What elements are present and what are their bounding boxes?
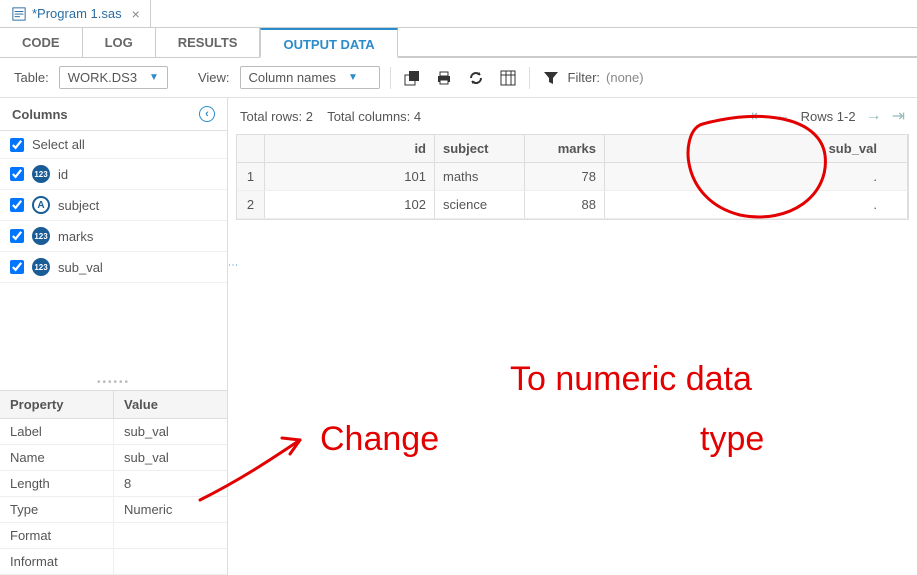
pager-label: Rows 1-2 [801,109,856,124]
table-value: WORK.DS3 [68,70,137,85]
drag-handle[interactable]: •••••• [0,375,227,390]
data-info-bar: Total rows: 2 Total columns: 4 ⇤ ← Rows … [228,98,917,134]
collapse-icon[interactable]: ‹ [199,106,215,122]
cell: 88 [525,191,605,218]
rownum-cell: 2 [237,191,265,218]
rownum-header [237,135,265,162]
sidebar: Columns ‹ Select all 123 id A subject 12… [0,98,228,575]
character-icon: A [32,196,50,214]
columns-title: Columns [12,107,68,122]
property-row: TypeNumeric [0,497,227,523]
pager-last-icon[interactable]: ⇥ [892,106,905,126]
file-tab[interactable]: *Program 1.sas × [2,0,151,27]
columns-header: Columns ‹ [0,98,227,131]
file-tab-strip: *Program 1.sas × [0,0,917,28]
property-header-value: Value [114,391,227,418]
table-row[interactable]: 1 101 maths 78 . [237,163,908,191]
column-row[interactable]: 123 sub_val [0,252,227,283]
filter-value: (none) [606,70,644,85]
property-row: Length8 [0,471,227,497]
property-header: Property Value [0,391,227,419]
cell: 101 [265,163,435,190]
cell: science [435,191,525,218]
main-tabs: CODE LOG RESULTS OUTPUT DATA [0,28,917,58]
select-all-label: Select all [32,137,85,152]
column-label: marks [58,229,93,244]
tab-code[interactable]: CODE [0,28,83,57]
data-grid: id subject marks sub_val 1 101 maths 78 … [236,134,909,220]
chevron-down-icon: ▼ [348,72,358,83]
table-row[interactable]: 2 102 science 88 . [237,191,908,219]
data-area: Total rows: 2 Total columns: 4 ⇤ ← Rows … [228,98,917,575]
print-icon[interactable] [433,67,455,89]
cell: . [605,163,908,190]
pager-next-icon[interactable]: → [866,107,882,125]
total-cols-label: Total columns: 4 [327,109,421,124]
cell: 102 [265,191,435,218]
view-value: Column names [249,70,336,85]
rownum-cell: 1 [237,163,265,190]
col-header-marks[interactable]: marks [525,135,605,162]
numeric-icon: 123 [32,165,50,183]
column-row[interactable]: A subject [0,190,227,221]
view-dropdown[interactable]: Column names ▼ [240,66,380,89]
toolbar: Table: WORK.DS3 ▼ View: Column names ▼ F… [0,58,917,98]
file-tab-label: *Program 1.sas [32,6,122,21]
column-label: sub_val [58,260,103,275]
grid-header: id subject marks sub_val [237,135,908,163]
columns-icon[interactable] [497,67,519,89]
export-icon[interactable] [401,67,423,89]
cell: 78 [525,163,605,190]
column-label: id [58,167,68,182]
cell: . [605,191,908,218]
column-checkbox[interactable] [10,260,24,274]
view-label: View: [198,70,230,85]
refresh-icon[interactable] [465,67,487,89]
col-header-subval[interactable]: sub_val [605,135,908,162]
chevron-down-icon: ▼ [149,72,159,83]
pager-first-icon[interactable]: ⇤ [751,106,764,126]
column-checkbox[interactable] [10,198,24,212]
column-label: subject [58,198,99,213]
tab-results[interactable]: RESULTS [156,28,261,57]
property-header-key: Property [0,391,114,418]
column-list: Select all 123 id A subject 123 marks 12… [0,131,227,283]
table-dropdown[interactable]: WORK.DS3 ▼ [59,66,168,89]
col-header-subject[interactable]: subject [435,135,525,162]
total-rows-label: Total rows: 2 [240,109,313,124]
col-header-id[interactable]: id [265,135,435,162]
numeric-icon: 123 [32,227,50,245]
filter-icon[interactable] [540,67,562,89]
cell: maths [435,163,525,190]
select-all-row[interactable]: Select all [0,131,227,159]
column-checkbox[interactable] [10,167,24,181]
property-row: Namesub_val [0,445,227,471]
table-label: Table: [14,70,49,85]
column-row[interactable]: 123 marks [0,221,227,252]
column-checkbox[interactable] [10,229,24,243]
property-row: Format [0,523,227,549]
column-row[interactable]: 123 id [0,159,227,190]
pager: ⇤ ← Rows 1-2 → ⇥ [751,106,905,126]
close-icon[interactable]: × [132,6,140,22]
program-icon [12,7,26,21]
property-row: Labelsub_val [0,419,227,445]
property-panel: Property Value Labelsub_val Namesub_val … [0,390,227,575]
tab-log[interactable]: LOG [83,28,156,57]
select-all-checkbox[interactable] [10,138,24,152]
property-row: Informat [0,549,227,575]
pager-prev-icon[interactable]: ← [775,107,791,125]
numeric-icon: 123 [32,258,50,276]
tab-output-data[interactable]: OUTPUT DATA [260,28,397,58]
filter-label: Filter: [568,70,601,85]
